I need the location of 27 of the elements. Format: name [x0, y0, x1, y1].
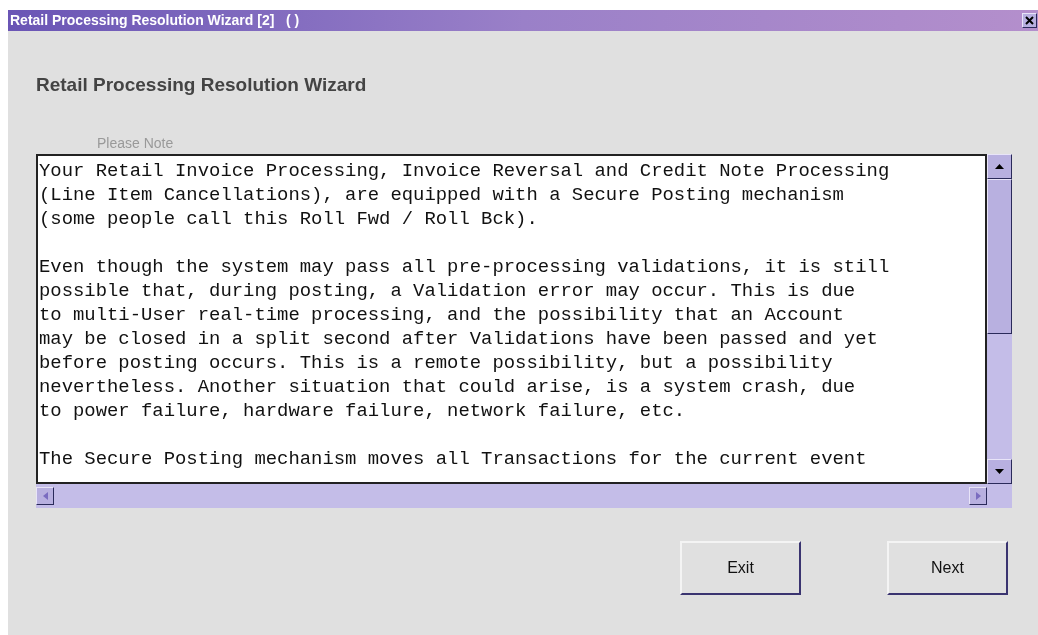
note-text-line: The Secure Posting mechanism moves all Transactions for the current event [39, 447, 867, 471]
note-text-line: nevertheless. Another situation that could arise, is a system crash, due [39, 375, 856, 399]
horizontal-scrollbar[interactable] [36, 484, 987, 508]
up-arrow-icon [995, 164, 1004, 169]
note-text-line: may be closed in a split second after Validations have been passed and yet [39, 327, 878, 351]
wizard-heading: Retail Processing Resolution Wizard [36, 75, 368, 94]
note-text-line: Your Retail Invoice Processing, Invoice Reversal and Credit Note Processing [39, 159, 890, 183]
wizard-button[interactable]: Exit [680, 541, 801, 595]
left-arrow-icon [42, 492, 48, 500]
vertical-scrollbar[interactable] [987, 154, 1012, 484]
right-arrow-icon [975, 492, 981, 500]
note-text-line: (Line Item Cancellations), are equipped with a Secure Posting mechanism [39, 183, 844, 207]
note-text-area[interactable] [36, 154, 987, 484]
down-arrow-icon [995, 469, 1004, 474]
close-button[interactable] [1022, 13, 1037, 28]
note-text-line: possible that, during posting, a Validation error may occur. This is due [39, 279, 856, 303]
note-text-line: before posting occurs. This is a remote possibility, but a possibility [39, 351, 833, 375]
scrollbar-thumb[interactable] [987, 179, 1012, 334]
note-text-line: to multi-User real-time processing, and the possibility that an Account [39, 303, 844, 327]
wizard-button[interactable]: Next [887, 541, 1008, 595]
close-icon [1025, 16, 1034, 25]
note-label: Please Note [97, 136, 175, 150]
note-text-line: Even though the system may pass all pre-processing validations, it is still [39, 255, 890, 279]
note-text-line: (some people call this Roll Fwd / Roll Bck). [39, 207, 538, 231]
window-title: Retail Processing Resolution Wizard [2] ( ) [10, 11, 300, 30]
scrollbar-corner [987, 484, 1012, 508]
note-text-line: to power failure, hardware failure, network failure, etc. [39, 399, 686, 423]
